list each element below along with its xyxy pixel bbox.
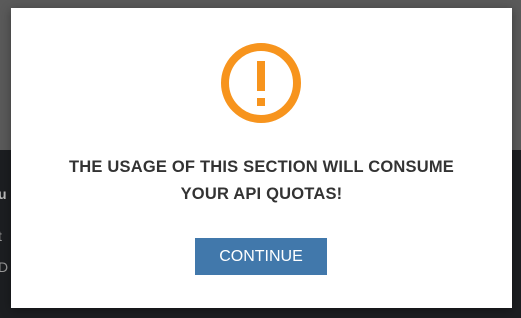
warning-message-line: YOUR API QUOTAS! <box>180 185 343 203</box>
quota-warning-dialog: THE USAGE OF THIS SECTION WILL CONSUME Y… <box>11 8 512 308</box>
warning-message: THE USAGE OF THIS SECTION WILL CONSUME Y… <box>11 154 512 208</box>
exclamation-circle-icon <box>221 43 301 123</box>
background-text: u <box>0 186 7 202</box>
background-text: D <box>0 259 9 275</box>
background-text: t <box>0 228 2 244</box>
warning-message-line: THE USAGE OF THIS SECTION WILL CONSUME <box>69 158 454 176</box>
continue-button[interactable]: CONTINUE <box>195 238 327 275</box>
